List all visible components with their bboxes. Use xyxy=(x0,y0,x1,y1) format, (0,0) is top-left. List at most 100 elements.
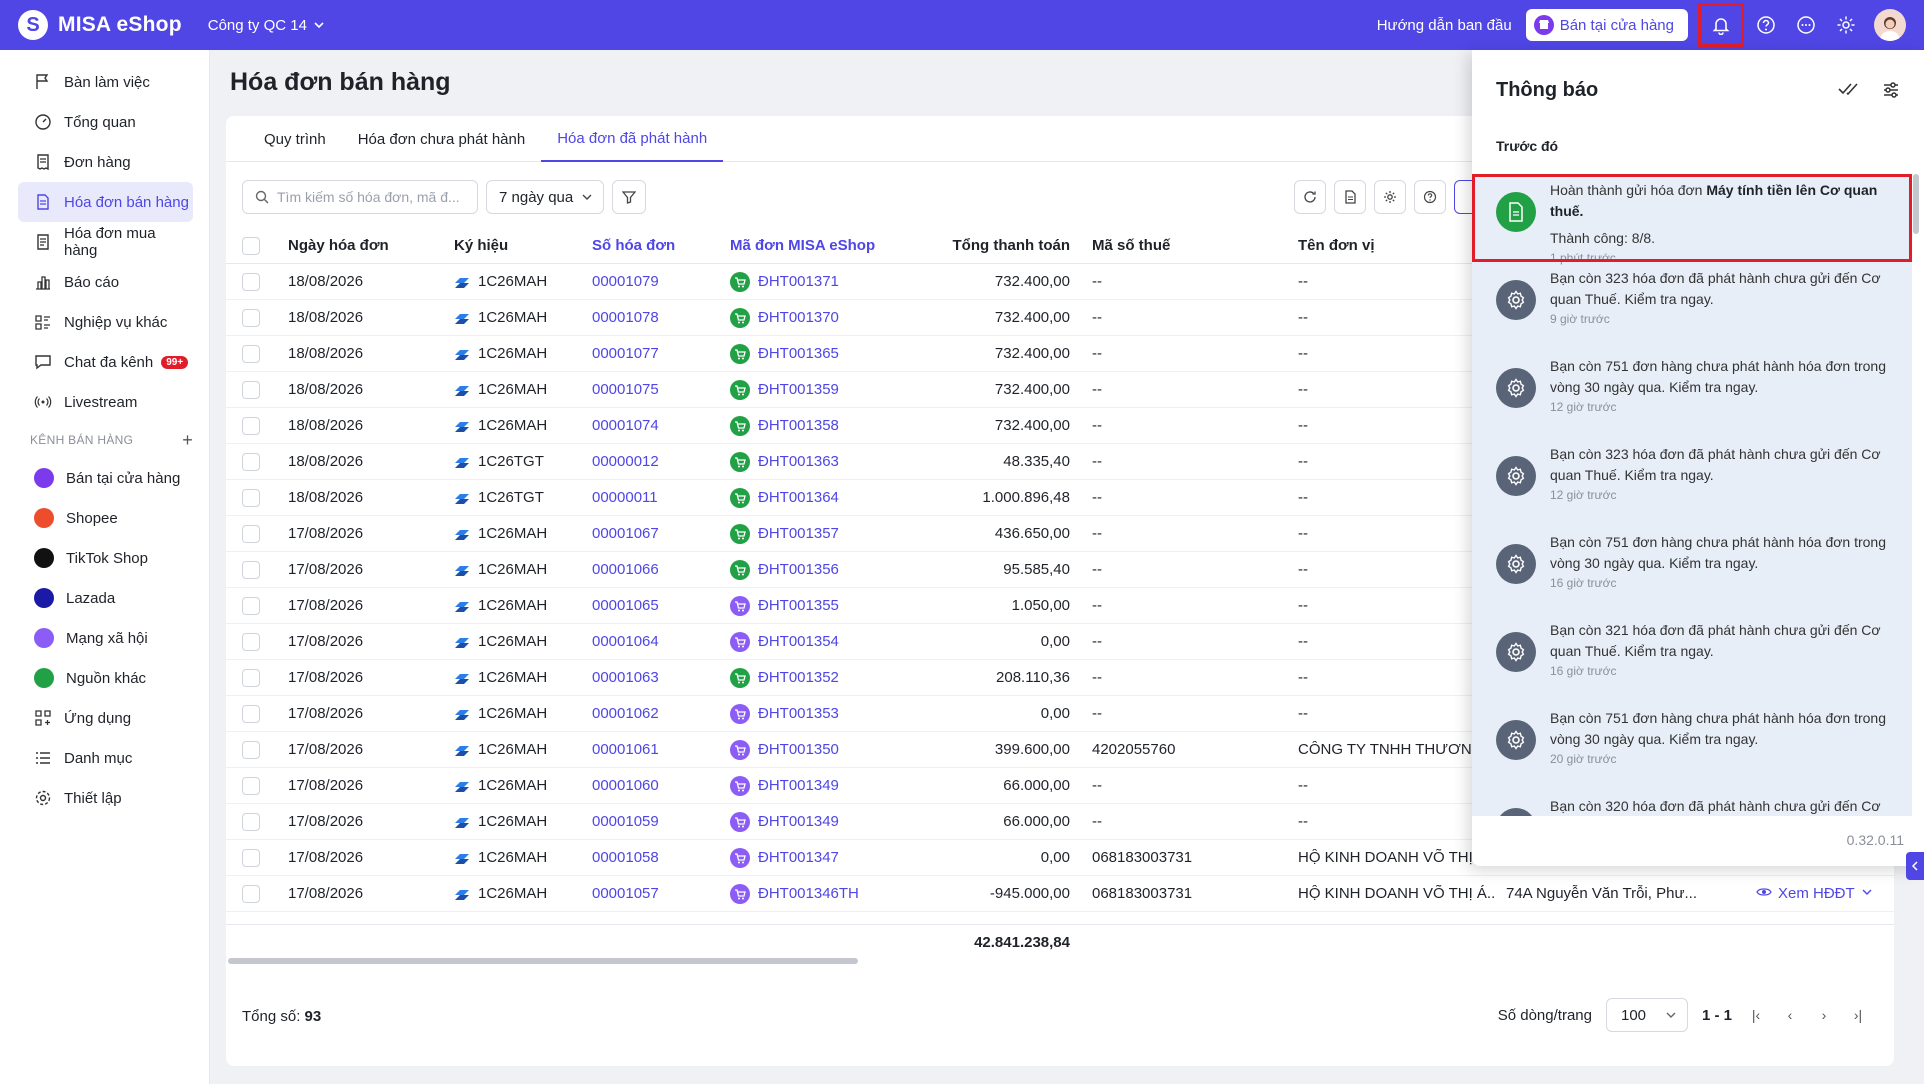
notification-item[interactable]: Bạn còn 321 hóa đơn đã phát hành chưa gử… xyxy=(1472,614,1912,702)
order-code[interactable]: ĐHT001357 xyxy=(718,523,900,544)
column-header[interactable]: Tên đơn vị xyxy=(1286,237,1496,254)
order-code[interactable]: ĐHT001350 xyxy=(718,739,900,760)
prev-page-icon[interactable]: ‹ xyxy=(1780,1007,1800,1023)
sidebar-channel-0[interactable]: Bán tại cửa hàng xyxy=(18,458,193,498)
first-page-icon[interactable]: |‹ xyxy=(1746,1007,1766,1023)
invoice-number-link[interactable]: 00001067 xyxy=(580,525,718,542)
refresh-button[interactable] xyxy=(1294,180,1326,214)
sidebar-channel-1[interactable]: Shopee xyxy=(18,498,193,538)
column-header[interactable]: Mã đơn MISA eShop xyxy=(718,237,900,254)
chevron-down-icon[interactable] xyxy=(1861,885,1873,902)
rows-per-page-select[interactable]: 100 xyxy=(1605,998,1688,1032)
invoice-number-link[interactable]: 00000012 xyxy=(580,453,718,470)
notification-bell-button[interactable] xyxy=(1698,3,1744,47)
sidebar-channel-5[interactable]: Nguồn khác xyxy=(18,658,193,698)
user-avatar[interactable] xyxy=(1874,9,1906,41)
invoice-number-link[interactable]: 00001075 xyxy=(580,381,718,398)
help-button[interactable] xyxy=(1414,180,1446,214)
invoice-number-link[interactable]: 00001078 xyxy=(580,309,718,326)
row-checkbox[interactable] xyxy=(242,560,260,579)
brand-logo[interactable]: S MISA eShop xyxy=(18,10,182,40)
invoice-number-link[interactable]: 00001079 xyxy=(580,273,718,290)
mark-all-read-icon[interactable] xyxy=(1838,81,1860,97)
sidebar-item-b0[interactable]: Ứng dụng xyxy=(18,698,193,738)
order-code[interactable]: ĐHT001356 xyxy=(718,559,900,580)
notification-item[interactable]: Bạn còn 323 hóa đơn đã phát hành chưa gử… xyxy=(1472,438,1912,526)
order-code[interactable]: ĐHT001363 xyxy=(718,451,900,472)
search-input[interactable]: Tìm kiếm số hóa đơn, mã đ... xyxy=(242,180,478,214)
row-checkbox[interactable] xyxy=(242,632,260,651)
order-code[interactable]: ĐHT001349 xyxy=(718,811,900,832)
notification-item[interactable]: Bạn còn 320 hóa đơn đã phát hành chưa gử… xyxy=(1472,790,1912,816)
row-checkbox[interactable] xyxy=(242,344,260,363)
invoice-number-link[interactable]: 00001058 xyxy=(580,849,718,866)
invoice-number-link[interactable]: 00001061 xyxy=(580,741,718,758)
row-checkbox[interactable] xyxy=(242,380,260,399)
notification-item[interactable]: Bạn còn 751 đơn hàng chưa phát hành hóa … xyxy=(1472,350,1912,438)
invoice-number-link[interactable]: 00001065 xyxy=(580,597,718,614)
sidebar-channel-2[interactable]: TikTok Shop xyxy=(18,538,193,578)
column-header[interactable]: Tổng thanh toán xyxy=(900,237,1080,254)
company-selector[interactable]: Công ty QC 14 xyxy=(208,17,325,34)
notification-item[interactable]: Hoàn thành gửi hóa đơn Máy tính tiền lên… xyxy=(1472,174,1912,265)
settings-button[interactable] xyxy=(1826,5,1866,45)
last-page-icon[interactable]: ›| xyxy=(1848,1007,1868,1023)
row-checkbox[interactable] xyxy=(242,884,260,903)
period-select[interactable]: 7 ngày qua xyxy=(486,180,604,214)
row-checkbox[interactable] xyxy=(242,848,260,867)
order-code[interactable]: ĐHT001371 xyxy=(718,271,900,292)
invoice-number-link[interactable]: 00001077 xyxy=(580,345,718,362)
row-checkbox[interactable] xyxy=(242,452,260,471)
sidebar-item-6[interactable]: Nghiệp vụ khác xyxy=(18,302,193,342)
sidebar-item-1[interactable]: Tổng quan xyxy=(18,102,193,142)
sidebar-item-3[interactable]: Hóa đơn bán hàng xyxy=(18,182,193,222)
invoice-number-link[interactable]: 00001066 xyxy=(580,561,718,578)
row-checkbox[interactable] xyxy=(242,524,260,543)
next-page-icon[interactable]: › xyxy=(1814,1007,1834,1023)
order-code[interactable]: ĐHT001358 xyxy=(718,415,900,436)
sidebar-item-4[interactable]: Hóa đơn mua hàng xyxy=(18,222,193,262)
invoice-number-link[interactable]: 00001059 xyxy=(580,813,718,830)
notification-item[interactable]: Bạn còn 751 đơn hàng chưa phát hành hóa … xyxy=(1472,526,1912,614)
order-code[interactable]: ĐHT001359 xyxy=(718,379,900,400)
pos-store-button[interactable]: Bán tại cửa hàng xyxy=(1525,9,1688,41)
sidebar-item-b1[interactable]: Danh mục xyxy=(18,738,193,778)
sidebar-item-0[interactable]: Bàn làm việc xyxy=(18,62,193,102)
row-checkbox[interactable] xyxy=(242,704,260,723)
horizontal-scrollbar[interactable] xyxy=(228,958,858,964)
tab-0[interactable]: Quy trình xyxy=(248,116,342,162)
side-expand-tab[interactable] xyxy=(1906,852,1924,880)
more-button[interactable] xyxy=(1786,5,1826,45)
sidebar-item-5[interactable]: Báo cáo xyxy=(18,262,193,302)
tab-1[interactable]: Hóa đơn chưa phát hành xyxy=(342,116,542,162)
notification-scrollbar[interactable] xyxy=(1913,174,1919,234)
row-checkbox[interactable] xyxy=(242,596,260,615)
column-header[interactable]: Số hóa đơn xyxy=(580,237,718,254)
sidebar-item-b2[interactable]: Thiết lập xyxy=(18,778,193,818)
sidebar-item-8[interactable]: Livestream xyxy=(18,382,193,422)
getting-started-link[interactable]: Hướng dẫn ban đầu xyxy=(1377,17,1512,34)
order-code[interactable]: ĐHT001349 xyxy=(718,775,900,796)
sidebar-item-7[interactable]: Chat đa kênh 99+ xyxy=(18,342,193,382)
row-checkbox[interactable] xyxy=(242,740,260,759)
filter-button[interactable] xyxy=(612,180,646,214)
view-einvoice-link[interactable]: Xem HĐĐT xyxy=(1746,885,1886,902)
column-header[interactable]: Ngày hóa đơn xyxy=(276,237,442,254)
order-code[interactable]: ĐHT001364 xyxy=(718,487,900,508)
table-row[interactable]: 17/08/2026 1C26MAH 00001057 ĐHT001346TH -945… xyxy=(226,876,1894,912)
table-settings-button[interactable] xyxy=(1374,180,1406,214)
column-header[interactable]: Mã số thuế xyxy=(1080,237,1286,254)
invoice-number-link[interactable]: 00001062 xyxy=(580,705,718,722)
notification-item[interactable]: Bạn còn 323 hóa đơn đã phát hành chưa gử… xyxy=(1472,262,1912,350)
order-code[interactable]: ĐHT001346TH xyxy=(718,883,900,904)
order-code[interactable]: ĐHT001370 xyxy=(718,307,900,328)
notification-item[interactable]: Bạn còn 751 đơn hàng chưa phát hành hóa … xyxy=(1472,702,1912,790)
sidebar-channel-3[interactable]: Lazada xyxy=(18,578,193,618)
order-code[interactable]: ĐHT001347 xyxy=(718,847,900,868)
order-code[interactable]: ĐHT001353 xyxy=(718,703,900,724)
invoice-number-link[interactable]: 00001064 xyxy=(580,633,718,650)
notification-settings-icon[interactable] xyxy=(1882,81,1900,99)
row-checkbox[interactable] xyxy=(242,812,260,831)
invoice-number-link[interactable]: 00000011 xyxy=(580,489,718,506)
order-code[interactable]: ĐHT001354 xyxy=(718,631,900,652)
